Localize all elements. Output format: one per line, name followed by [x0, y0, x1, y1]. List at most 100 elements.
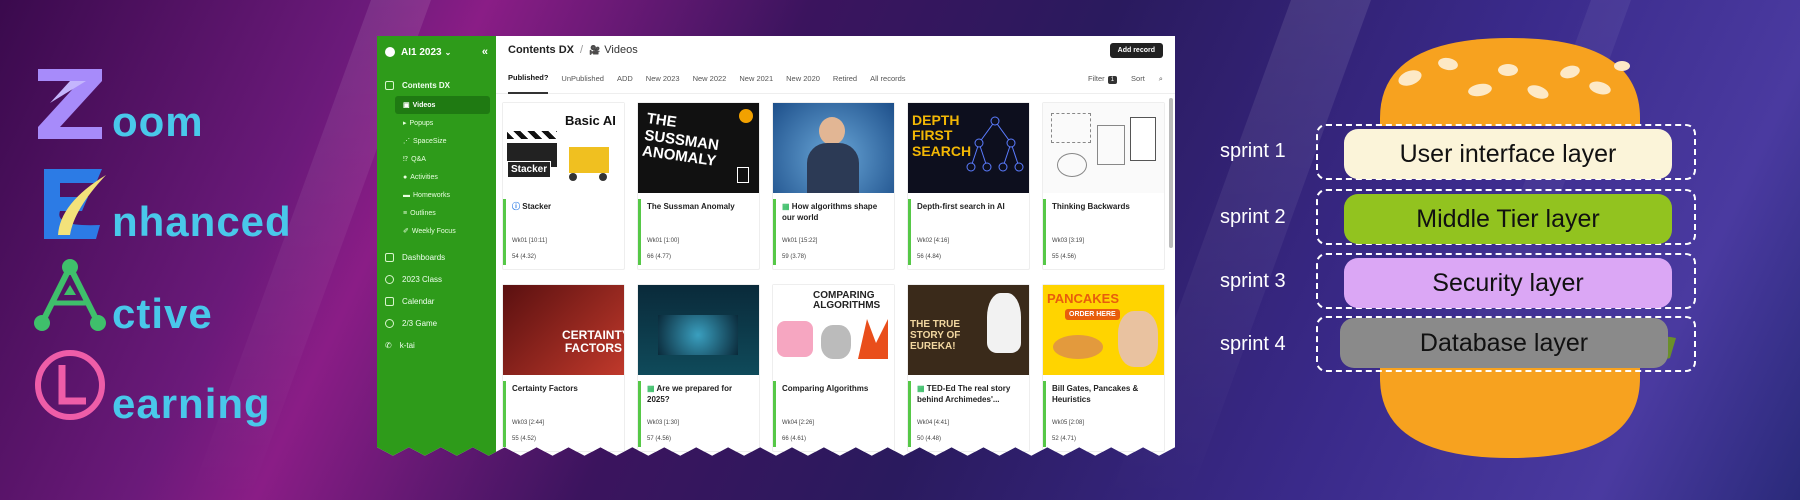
video-card[interactable]: THE TRUE STORY OF EUREKA! ▦ TED-Ed The r… [907, 284, 1030, 452]
logo-row-zoom: oom [30, 63, 204, 143]
sidebar-subitem-label: Homeworks [413, 191, 450, 199]
tab-all-records[interactable]: All records [870, 64, 905, 94]
video-card[interactable]: Basic AI Stacker ⓘ Stacker Wk01 [10:11] … [502, 102, 625, 270]
spacesize-icon: ⋰ [403, 138, 410, 145]
speaker-head [819, 117, 845, 145]
sidebar-item-label: Calendar [402, 296, 435, 306]
tab-new-2022[interactable]: New 2022 [693, 64, 727, 94]
collapse-sidebar-icon[interactable]: « [482, 46, 488, 58]
card-body: Thinking Backwards Wk03 [3:19] 55 (4.56) [1043, 199, 1164, 265]
card-rating: 56 (4.84) [917, 254, 942, 260]
presentation-icon: ▦ [917, 384, 925, 393]
add-record-button[interactable]: Add record [1109, 42, 1163, 58]
video-thumbnail: COMPARING ALGORITHMS [773, 285, 894, 375]
main-area: Contents DX / 🎥 Videos Add record Publis… [496, 36, 1175, 456]
speaker-body [807, 143, 859, 193]
sidebar-subitem-spacesize[interactable]: ⋰ SpaceSize [377, 132, 496, 150]
card-rating: 50 (4.48) [917, 436, 942, 442]
page-header: Contents DX / 🎥 Videos Add record [496, 36, 1175, 64]
card-title: Certainty Factors [512, 384, 578, 393]
sidebar-item-game[interactable]: 2/3 Game [377, 312, 496, 334]
scrollbar[interactable] [1169, 98, 1173, 248]
card-meta: Wk02 [4:16] [917, 238, 950, 244]
filter-button[interactable]: Filter 1 [1088, 74, 1118, 84]
zeal-logo: oom nhanced ctive earning [30, 55, 330, 435]
workspace-icon [385, 47, 395, 57]
sketch-diagram [1051, 113, 1091, 143]
workspace-name: AI1 2023 [401, 46, 442, 58]
tab-published[interactable]: Published? [508, 64, 549, 94]
dashboard-icon [385, 252, 394, 262]
sidebar-item-calendar[interactable]: Calendar [377, 290, 496, 312]
middle-tier-layer: Middle Tier layer [1344, 194, 1672, 244]
card-body: Depth-first search in AI Wk02 [4:16] 56 … [908, 199, 1029, 265]
card-rating: 66 (4.61) [782, 436, 807, 442]
sidebar-subitem-activities[interactable]: ● Activities [377, 168, 496, 186]
top-bun [1380, 38, 1640, 126]
tab-retired[interactable]: Retired [833, 64, 857, 94]
card-body: ▦ TED-Ed The real story behind Archimede… [908, 381, 1029, 447]
breadcrumb-section[interactable]: Contents DX [508, 44, 574, 56]
activities-icon: ● [403, 173, 408, 181]
sidebar-subitem-popups[interactable]: ▸ Popups [377, 114, 496, 132]
card-body: ⓘ Stacker Wk01 [10:11] 54 (4.32) [503, 199, 624, 265]
sidebar-item-k-tai[interactable]: ✆ k-tai [377, 334, 496, 356]
security-layer: Security layer [1344, 258, 1672, 308]
card-body: Bill Gates, Pancakes & Heuristics Wk05 [… [1043, 381, 1164, 447]
card-title: The Sussman Anomaly [647, 202, 735, 211]
class-icon [385, 274, 394, 284]
video-icon: ▣ [403, 102, 410, 109]
card-rating: 54 (4.32) [512, 254, 537, 260]
tab-new-2021[interactable]: New 2021 [739, 64, 773, 94]
app-screenshot: AI1 2023 ⌄ « Contents DX ▣ Videos ▸ Popu… [377, 36, 1175, 456]
video-camera-icon: 🎥 [589, 44, 601, 55]
archimedes-figure [987, 293, 1021, 353]
video-card[interactable]: THE SUSSMAN ANOMALY The Sussman Anomaly … [637, 102, 760, 270]
game-icon [385, 318, 394, 328]
tab-new-2020[interactable]: New 2020 [786, 64, 820, 94]
sidebar-item-dashboards[interactable]: Dashboards [377, 246, 496, 268]
card-meta: Wk01 [10:11] [512, 238, 547, 244]
sidebar-subitem-qa[interactable]: ⁉ Q&A [377, 150, 496, 168]
video-card[interactable]: DEPTH FIRST SEARCH Depth-first search in… [907, 102, 1030, 270]
logo-row-active: ctive [30, 255, 213, 335]
search-icon[interactable]: ⌕ [1159, 74, 1163, 84]
sidebar-subitem-weekly-focus[interactable]: ✐ Weekly Focus [377, 222, 496, 240]
l-letter-icon [30, 345, 110, 425]
sidebar-subitem-videos[interactable]: ▣ Videos [395, 96, 490, 114]
video-card[interactable]: ▦ How algorithms shape our world Wk01 [1… [772, 102, 895, 270]
card-title: Bill Gates, Pancakes & Heuristics [1052, 384, 1139, 404]
sidebar-item-contents-dx[interactable]: Contents DX [377, 74, 496, 96]
card-title-text: How algorithms shape our world [782, 202, 878, 222]
sidebar-subitem-label: Outlines [410, 209, 436, 217]
tab-new-2023[interactable]: New 2023 [646, 64, 680, 94]
video-card[interactable]: Thinking Backwards Wk03 [3:19] 55 (4.56) [1042, 102, 1165, 270]
video-card[interactable]: CERTAINTY FACTORS Certainty Factors Wk03… [502, 284, 625, 452]
sidebar-item-label: k-tai [399, 340, 415, 350]
wheel-icon [569, 173, 577, 181]
clipboard-icon [1130, 117, 1156, 161]
video-card[interactable]: PANCAKES ORDER HERE Bill Gates, Pancakes… [1042, 284, 1165, 452]
sort-button[interactable]: Sort [1131, 74, 1145, 83]
sprint-1-label: sprint 1 [1220, 140, 1286, 162]
sidebar-item-2023-class[interactable]: 2023 Class [377, 268, 496, 290]
burger-diagram [1346, 38, 1676, 458]
sidebar-subitem-outlines[interactable]: ≡ Outlines [377, 204, 496, 222]
video-card[interactable]: COMPARING ALGORITHMS Comparing Algorithm… [772, 284, 895, 452]
video-thumbnail [638, 285, 759, 375]
card-rating: 55 (4.52) [512, 436, 537, 442]
thumbnail-text: THE SUSSMAN ANOMALY [641, 109, 721, 170]
info-icon: ⓘ [512, 202, 520, 211]
tab-unpublished[interactable]: UnPublished [561, 64, 604, 94]
tab-add[interactable]: ADD [617, 64, 633, 94]
card-body: ▦ Are we prepared for 2025? Wk03 [1:30] … [638, 381, 759, 447]
presentation-icon: ▦ [782, 202, 790, 211]
card-title: Comparing Algorithms [782, 384, 869, 393]
logo-row-learning: earning [30, 345, 271, 425]
sketch-diagram [1097, 125, 1125, 165]
video-card[interactable]: ▦ Are we prepared for 2025? Wk03 [1:30] … [637, 284, 760, 452]
sidebar-subitem-homeworks[interactable]: ▬ Homeworks [377, 186, 496, 204]
sidebar-item-label: Contents DX [402, 80, 450, 90]
card-meta: Wk01 [15:22] [782, 238, 818, 244]
workspace-switcher[interactable]: AI1 2023 ⌄ « [377, 36, 496, 68]
